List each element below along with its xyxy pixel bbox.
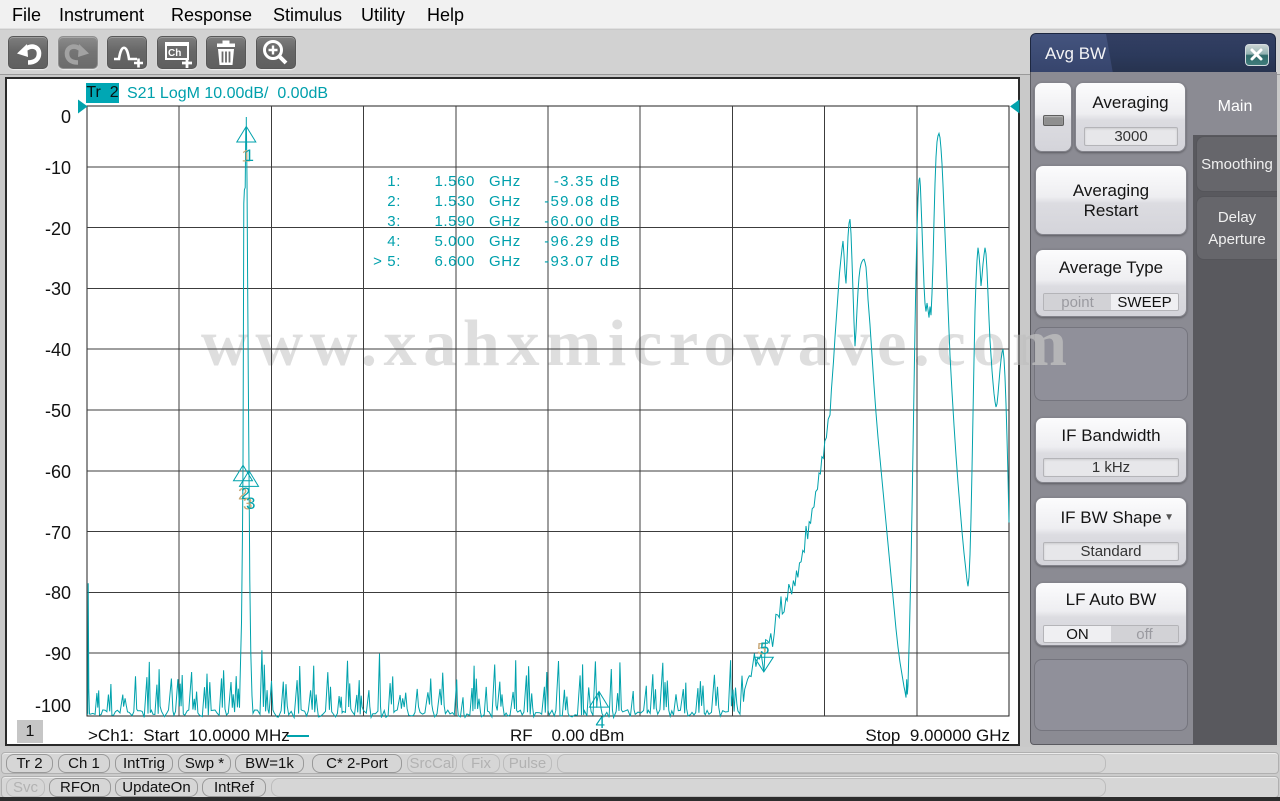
svg-text:3: 3 <box>246 494 255 513</box>
svg-text:5: 5 <box>760 639 769 658</box>
svg-text:1: 1 <box>245 146 254 165</box>
